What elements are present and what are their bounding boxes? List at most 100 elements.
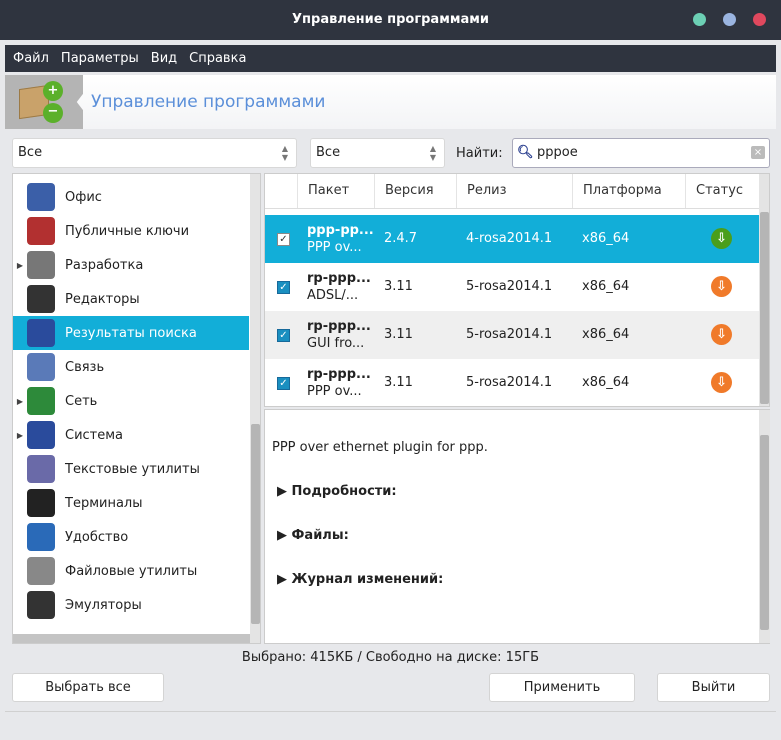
category-icon (27, 183, 55, 211)
clear-search-icon[interactable]: × (751, 146, 765, 159)
expand-arrow-icon[interactable]: ▶ (13, 397, 27, 406)
quit-button[interactable]: Выйти (657, 673, 770, 702)
row-checkbox[interactable]: ✓ (277, 377, 290, 390)
select-all-button[interactable]: Выбрать все (12, 673, 164, 702)
category-icon (27, 251, 55, 279)
maximize-button[interactable] (723, 13, 736, 26)
package-name: ppp-pp... (307, 223, 374, 238)
category-icon (27, 387, 55, 415)
package-name: rp-ppp... (307, 367, 371, 382)
sidebar-item-label: Терминалы (65, 495, 143, 511)
table-row[interactable]: ✓ ppp-pp... PPP ov... 2.4.7 4-rosa2014.1 … (265, 215, 759, 263)
menu-bar: Файл Параметры Вид Справка (5, 45, 776, 72)
row-checkbox[interactable]: ✓ (277, 329, 290, 342)
sidebar-item[interactable]: Связь (13, 350, 249, 384)
sidebar-item-label: Текстовые утилиты (65, 461, 200, 477)
title-bar: Управление программами (0, 0, 781, 40)
details-section-files[interactable]: ▶ Файлы: (277, 528, 349, 543)
package-platform: x86_64 (582, 279, 630, 294)
sidebar-item[interactable]: Удобство (13, 520, 249, 554)
sidebar-item-label: Редакторы (65, 291, 140, 307)
package-platform: x86_64 (582, 375, 630, 390)
group-select[interactable]: Все ▲ ▼ (12, 138, 297, 168)
sidebar-item[interactable]: Офис (13, 180, 249, 214)
type-select-value: Все (316, 145, 341, 160)
sidebar-item-label: Публичные ключи (65, 223, 190, 239)
package-version: 3.11 (384, 279, 413, 294)
details-section-changelog[interactable]: ▶ Журнал изменений: (277, 572, 443, 587)
menu-view[interactable]: Вид (151, 51, 177, 66)
package-version: 3.11 (384, 375, 413, 390)
category-icon (27, 523, 55, 551)
sidebar-scrollbar-thumb[interactable] (251, 424, 260, 624)
sidebar-item[interactable]: Публичные ключи (13, 214, 249, 248)
table-row[interactable]: ✓ rp-ppp... PPP ov... 3.11 5-rosa2014.1 x… (265, 359, 759, 406)
package-platform: x86_64 (582, 327, 630, 342)
type-select[interactable]: Все ▲ ▼ (310, 138, 445, 168)
category-tree: Офис Публичные ключи ▶ Разработка Редакторы Р… (12, 173, 261, 644)
sidebar-item-label: Удобство (65, 529, 129, 545)
download-status-icon: ⇩ (711, 372, 732, 393)
sidebar-item[interactable]: Результаты поиска (13, 316, 249, 350)
category-icon (27, 353, 55, 381)
menu-settings[interactable]: Параметры (61, 51, 139, 66)
details-section-info[interactable]: ▶ Подробности: (277, 484, 397, 499)
expand-arrow-icon: ▶ (277, 528, 292, 543)
package-summary: GUI fro... (307, 336, 365, 351)
category-icon (27, 421, 55, 449)
expand-arrow-icon[interactable]: ▶ (13, 431, 27, 440)
spin-arrows-icon: ▲ ▼ (429, 144, 436, 162)
installed-status-icon: ⇩ (711, 228, 732, 249)
column-header-version[interactable]: Версия (374, 174, 456, 208)
table-row[interactable]: ✓ rp-ppp... GUI fro... 3.11 5-rosa2014.1 … (265, 311, 759, 359)
column-header-release[interactable]: Релиз (456, 174, 572, 208)
column-header-platform[interactable]: Платформа (572, 174, 685, 208)
package-version: 2.4.7 (384, 231, 418, 246)
expand-arrow-icon: ▶ (277, 572, 292, 587)
details-panel: PPP over ethernet plugin for ppp. ▶ Подр… (264, 409, 770, 644)
column-header-package[interactable]: Пакет (297, 174, 377, 208)
table-scrollbar-thumb[interactable] (760, 212, 769, 404)
sidebar-item[interactable]: Текстовые утилиты (13, 452, 249, 486)
sidebar-item[interactable]: Терминалы (13, 486, 249, 520)
sidebar-item[interactable]: Эмуляторы (13, 588, 249, 622)
close-button[interactable] (753, 13, 766, 26)
details-scrollbar-thumb[interactable] (760, 435, 769, 630)
sidebar-item[interactable]: Редакторы (13, 282, 249, 316)
table-row[interactable]: ✓ rp-ppp... ADSL/... 3.11 5-rosa2014.1 x8… (265, 263, 759, 311)
package-summary: PPP ov... (307, 240, 362, 255)
minimize-button[interactable] (693, 13, 706, 26)
package-name: rp-ppp... (307, 271, 371, 286)
expand-arrow-icon[interactable]: ▶ (13, 261, 27, 270)
section-label: Файлы: (291, 528, 349, 543)
package-description: PPP over ethernet plugin for ppp. (272, 440, 488, 455)
sidebar-item[interactable]: ▶ Разработка (13, 248, 249, 282)
row-checkbox[interactable]: ✓ (277, 281, 290, 294)
row-checkbox[interactable]: ✓ (277, 233, 290, 246)
package-release: 5-rosa2014.1 (466, 375, 553, 390)
category-icon (27, 591, 55, 619)
package-release: 5-rosa2014.1 (466, 279, 553, 294)
menu-file[interactable]: Файл (13, 51, 49, 66)
category-icon (27, 319, 55, 347)
search-input[interactable]: 🔍︎ pppoe × (512, 138, 770, 168)
search-label: Найти: (456, 146, 503, 161)
window-title: Управление программами (292, 12, 489, 27)
package-version: 3.11 (384, 327, 413, 342)
package-summary: ADSL/... (307, 288, 359, 303)
section-label: Подробности: (291, 484, 397, 499)
sidebar-item[interactable]: ▶ Система (13, 418, 249, 452)
status-text: Выбрано: 415КБ / Свободно на диске: 15ГБ (241, 650, 540, 665)
apply-button[interactable]: Применить (489, 673, 635, 702)
sidebar-item-label: Файловые утилиты (65, 563, 198, 579)
download-status-icon: ⇩ (711, 324, 732, 345)
package-name: rp-ppp... (307, 319, 371, 334)
category-icon (27, 455, 55, 483)
category-icon (27, 217, 55, 245)
menu-help[interactable]: Справка (189, 51, 246, 66)
sidebar-item[interactable]: Файловые утилиты (13, 554, 249, 588)
category-icon (27, 489, 55, 517)
sidebar-item[interactable]: ▶ Сеть (13, 384, 249, 418)
sidebar-hscrollbar[interactable] (13, 634, 250, 643)
column-header-status[interactable]: Статус (685, 174, 759, 208)
